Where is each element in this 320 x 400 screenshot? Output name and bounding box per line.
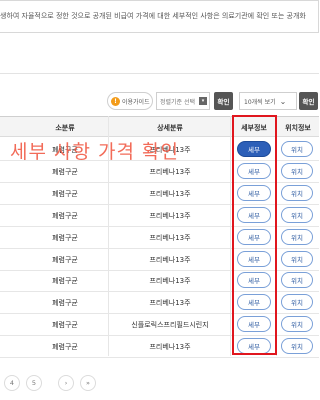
location-info-button[interactable]: 위치: [281, 184, 313, 201]
detail-info-button[interactable]: 세부: [237, 184, 271, 201]
user-guide-label: 이용가이드: [122, 98, 150, 106]
detail-category-cell: 신플로릭스프리필드시린지: [131, 321, 209, 330]
detail-info-button[interactable]: 세부: [237, 206, 271, 223]
detail-info-button[interactable]: 세부: [237, 338, 271, 355]
table-row: 폐렴구균 신플로릭스프리필드시린지 세부 위치: [0, 312, 319, 337]
sort-confirm-button[interactable]: 확인: [214, 92, 233, 110]
table-row: 폐렴구균 프리베나13주 세부 위치: [0, 159, 319, 183]
next-page-button[interactable]: ›: [58, 375, 74, 391]
location-info-button[interactable]: 위치: [281, 162, 313, 179]
notice-banner: 생하여 자율적으로 정한 것으로 공개된 비급여 가격에 대한 세부적인 사항은…: [0, 0, 319, 33]
detail-info-button[interactable]: 세부: [237, 250, 271, 267]
location-info-button[interactable]: 위치: [281, 272, 313, 289]
header-subcategory: 소분류: [55, 124, 75, 132]
detail-category-cell: 프리베나13주: [149, 255, 191, 264]
chevron-down-icon: ▾: [199, 97, 207, 105]
sort-select[interactable]: 정렬기준 선택 ▾: [156, 92, 210, 110]
table-row: 폐렴구균 프리베나13주 세부 위치: [0, 225, 319, 249]
detail-info-button[interactable]: 세부: [237, 294, 271, 311]
detail-category-cell: 프리베나13주: [149, 189, 191, 198]
page-4-button[interactable]: 4: [4, 375, 20, 391]
detail-category-cell: 프리베나13주: [149, 277, 191, 286]
header-detail-category: 상세분류: [157, 124, 183, 132]
table-header: 소분류 상세분류 세부정보 위치정보: [0, 116, 319, 137]
page-size-value: 10개씩 보기: [244, 98, 276, 106]
detail-category-cell: 프리베나13주: [149, 299, 191, 308]
subcategory-cell: 폐렴구균: [52, 167, 78, 176]
divider: [0, 73, 319, 74]
detail-category-cell: 프리베나13주: [149, 211, 191, 220]
subcategory-cell: 폐렴구균: [52, 299, 78, 308]
subcategory-cell: 폐렴구균: [52, 255, 78, 264]
location-info-button[interactable]: 위치: [281, 316, 313, 333]
subcategory-cell: 폐렴구균: [52, 277, 78, 286]
info-icon: !: [111, 96, 120, 106]
table-row: 폐렴구균 프리베나13주 세부 위치: [0, 334, 319, 359]
table-row: 폐렴구균 프리베나13주 세부 위치: [0, 247, 319, 271]
detail-category-cell: 프리베나13주: [149, 343, 191, 352]
last-page-button[interactable]: »: [80, 375, 96, 391]
subcategory-cell: 폐렴구균: [52, 146, 78, 154]
table-row: 폐렴구균 프리베나13주 세부 위치: [0, 268, 319, 293]
detail-category-cell: 프리베나13주: [149, 233, 191, 242]
subcategory-cell: 폐렴구균: [52, 321, 78, 330]
page-5-button[interactable]: 5: [26, 375, 42, 391]
user-guide-button[interactable]: ! 이용가이드: [107, 92, 153, 110]
page-size-confirm-button[interactable]: 확인: [299, 92, 318, 110]
location-info-button[interactable]: 위치: [281, 206, 313, 223]
chevron-down-icon: ⌄: [279, 96, 287, 106]
detail-category-cell: 프리베나13주: [149, 146, 191, 154]
table-row: 폐렴구균 프리베나13주 세부 위치: [0, 290, 319, 315]
sort-placeholder: 정렬기준 선택: [160, 98, 196, 106]
location-info-button[interactable]: 위치: [281, 294, 313, 311]
detail-info-button[interactable]: 세부: [237, 162, 271, 179]
page-size-select[interactable]: 10개씩 보기 ⌄: [239, 92, 297, 110]
subcategory-cell: 폐렴구균: [52, 233, 78, 242]
header-location-info: 위치정보: [285, 124, 311, 132]
subcategory-cell: 폐렴구균: [52, 189, 78, 198]
detail-info-button[interactable]: 세부: [237, 316, 271, 333]
detail-info-button[interactable]: 세부: [237, 141, 271, 157]
location-info-button[interactable]: 위치: [281, 338, 313, 355]
location-info-button[interactable]: 위치: [281, 141, 313, 157]
location-info-button[interactable]: 위치: [281, 228, 313, 245]
location-info-button[interactable]: 위치: [281, 250, 313, 267]
detail-info-button[interactable]: 세부: [237, 228, 271, 245]
table-row: 폐렴구균 프리베나13주 세부 위치: [0, 137, 319, 161]
table-row: 폐렴구균 프리베나13주 세부 위치: [0, 203, 319, 227]
detail-info-button[interactable]: 세부: [237, 272, 271, 289]
notice-text: 생하여 자율적으로 정한 것으로 공개된 비급여 가격에 대한 세부적인 사항은…: [0, 12, 306, 20]
subcategory-cell: 폐렴구균: [52, 343, 78, 352]
table-row: 폐렴구균 프리베나13주 세부 위치: [0, 181, 319, 205]
detail-category-cell: 프리베나13주: [149, 167, 191, 176]
header-detail-info: 세부정보: [241, 124, 267, 132]
subcategory-cell: 폐렴구균: [52, 211, 78, 220]
